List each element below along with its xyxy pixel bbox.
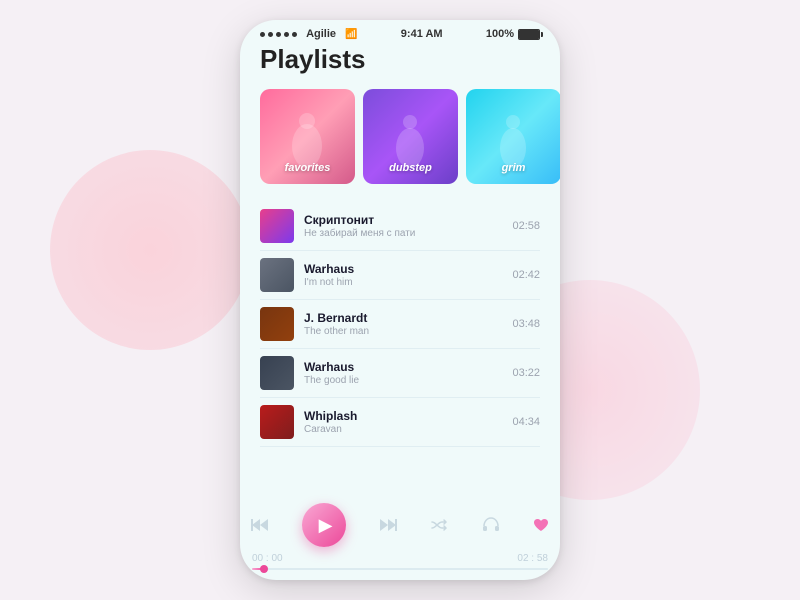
track-duration-5: 04:34 <box>512 416 540 428</box>
track-thumb-3 <box>260 307 294 341</box>
track-info-4: Warhaus The good lie <box>304 360 504 386</box>
track-thumb-5 <box>260 405 294 439</box>
prev-icon <box>250 517 270 533</box>
shuffle-button[interactable] <box>430 517 450 533</box>
progress-times: 00 : 00 02 : 58 <box>252 553 548 564</box>
track-artist-2: Warhaus <box>304 262 504 276</box>
playlist-card-favorites[interactable]: favorites <box>260 89 355 184</box>
track-artist-1: Скриптонит <box>304 213 504 227</box>
track-title-5: Caravan <box>304 424 504 435</box>
track-info-5: Whiplash Caravan <box>304 409 504 435</box>
signal-dot-3 <box>276 32 281 37</box>
track-thumb-1 <box>260 209 294 243</box>
next-button[interactable] <box>378 517 398 533</box>
track-duration-3: 03:48 <box>512 318 540 330</box>
player-controls: ▶ <box>240 493 560 553</box>
headphones-icon <box>482 517 500 533</box>
signal-dot-1 <box>260 32 265 37</box>
shuffle-icon <box>430 517 450 533</box>
next-icon <box>378 517 398 533</box>
total-time: 02 : 58 <box>517 553 548 564</box>
play-icon: ▶ <box>319 515 333 536</box>
playlist-card-grim[interactable]: grim <box>466 89 560 184</box>
signal-dot-4 <box>284 32 289 37</box>
progress-area: 00 : 00 02 : 58 <box>240 553 560 580</box>
main-content: Playlists favorites dubstep <box>240 44 560 493</box>
signal-dot-2 <box>268 32 273 37</box>
carrier-name: Agilie <box>306 28 336 40</box>
playlists-row: favorites dubstep grim <box>260 89 540 184</box>
battery-fill <box>519 30 539 39</box>
progress-track[interactable] <box>252 568 548 570</box>
heart-icon <box>532 517 550 533</box>
track-item-2[interactable]: Warhaus I'm not him 02:42 <box>260 251 540 300</box>
dubstep-figure <box>363 106 458 176</box>
track-duration-2: 02:42 <box>512 269 540 281</box>
track-title-2: I'm not him <box>304 277 504 288</box>
track-item-4[interactable]: Warhaus The good lie 03:22 <box>260 349 540 398</box>
track-thumb-4 <box>260 356 294 390</box>
track-item-5[interactable]: Whiplash Caravan 04:34 <box>260 398 540 447</box>
track-artist-4: Warhaus <box>304 360 504 374</box>
track-info-1: Скриптонит Не забирай меня с пати <box>304 213 504 239</box>
track-item-1[interactable]: Скриптонит Не забирай меня с пати 02:58 <box>260 202 540 251</box>
track-thumb-2 <box>260 258 294 292</box>
track-title-3: The other man <box>304 326 504 337</box>
track-title-4: The good lie <box>304 375 504 386</box>
progress-thumb[interactable] <box>260 565 268 573</box>
track-artist-3: J. Bernardt <box>304 311 504 325</box>
current-time: 00 : 00 <box>252 553 283 564</box>
track-duration-1: 02:58 <box>512 220 540 232</box>
page-title: Playlists <box>260 44 540 75</box>
track-info-2: Warhaus I'm not him <box>304 262 504 288</box>
playlist-card-dubstep[interactable]: dubstep <box>363 89 458 184</box>
wifi-icon: 📶 <box>345 29 357 40</box>
play-button[interactable]: ▶ <box>302 503 346 547</box>
battery-icon <box>518 29 540 40</box>
signal-dot-5 <box>292 32 297 37</box>
track-duration-4: 03:22 <box>512 367 540 379</box>
favorite-button[interactable] <box>532 517 550 533</box>
headphones-button[interactable] <box>482 517 500 533</box>
favorites-figure <box>260 106 355 176</box>
status-battery: 100% <box>486 28 540 40</box>
track-title-1: Не забирай меня с пати <box>304 228 504 239</box>
track-artist-5: Whiplash <box>304 409 504 423</box>
track-info-3: J. Bernardt The other man <box>304 311 504 337</box>
bg-decoration-left <box>50 150 250 350</box>
track-list: Скриптонит Не забирай меня с пати 02:58 … <box>260 202 540 493</box>
grim-figure <box>466 106 560 176</box>
battery-percent: 100% <box>486 28 514 40</box>
status-time: 9:41 AM <box>401 28 443 40</box>
prev-button[interactable] <box>250 517 270 533</box>
status-carrier: Agilie 📶 <box>260 28 358 40</box>
status-bar: Agilie 📶 9:41 AM 100% <box>240 20 560 44</box>
phone-shell: Agilie 📶 9:41 AM 100% Playlists favorite… <box>240 20 560 580</box>
track-item-3[interactable]: J. Bernardt The other man 03:48 <box>260 300 540 349</box>
